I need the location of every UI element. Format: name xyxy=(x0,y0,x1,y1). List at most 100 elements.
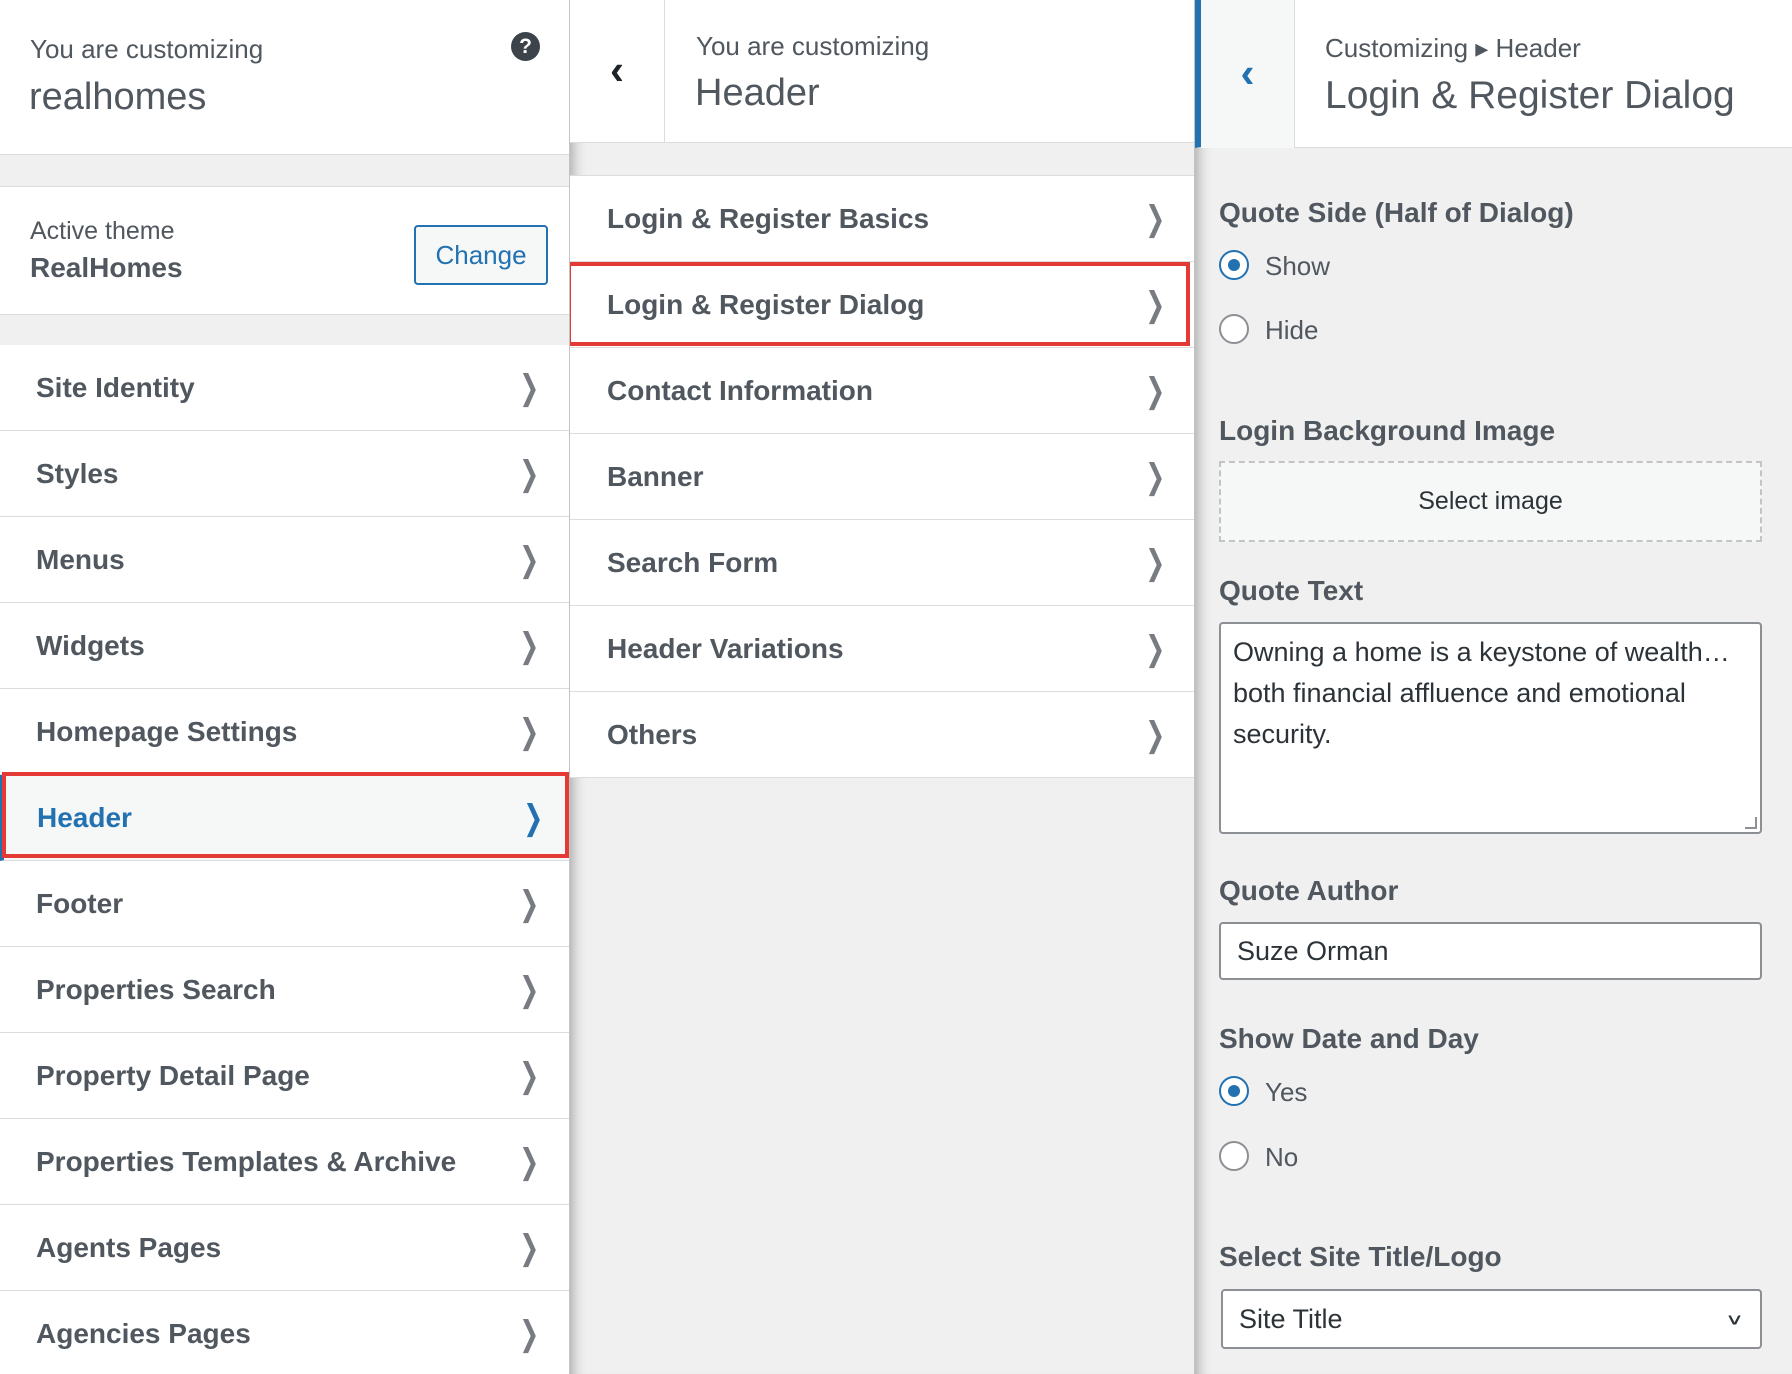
section-item-homepage-settings[interactable]: Homepage Settings ❯ xyxy=(0,689,569,775)
section-item-footer[interactable]: Footer ❯ xyxy=(0,861,569,947)
section-item-label: Widgets xyxy=(36,630,145,661)
chevron-down-icon: ∨ xyxy=(1724,1310,1744,1328)
chevron-right-icon: ❯ xyxy=(1145,372,1166,410)
quote-text-label: Quote Text xyxy=(1219,575,1364,606)
chevron-right-icon: ❯ xyxy=(519,541,540,579)
select-value: Site Title xyxy=(1239,1304,1343,1334)
chevron-right-icon: ❯ xyxy=(519,971,540,1009)
subsection-label: Contact Information xyxy=(607,375,873,406)
subsection-label: Header Variations xyxy=(607,633,844,664)
chevron-right-icon: ❯ xyxy=(1145,200,1166,238)
chevron-left-icon: ‹ xyxy=(1240,49,1255,96)
section-item-styles[interactable]: Styles ❯ xyxy=(0,431,569,517)
active-theme-label: Active theme xyxy=(30,217,175,245)
radio-label: Hide xyxy=(1265,315,1319,345)
login-register-dialog-panel: ‹ Customizing ▸ Header Login & Register … xyxy=(1194,0,1792,1374)
change-theme-button[interactable]: Change xyxy=(414,225,548,285)
chevron-right-icon: ❯ xyxy=(519,1315,540,1353)
radio-unselected[interactable] xyxy=(1219,314,1249,344)
section-item-site-identity[interactable]: Site Identity ❯ xyxy=(0,345,569,431)
header-section-panel: ‹ You are customizing Header Login & Reg… xyxy=(569,0,1194,1374)
chevron-right-icon: ❯ xyxy=(519,1229,540,1267)
subsection-label: Search Form xyxy=(607,547,779,578)
back-button[interactable]: ‹ xyxy=(570,0,665,143)
section-item-menus[interactable]: Menus ❯ xyxy=(0,517,569,603)
section-item-label: Agencies Pages xyxy=(36,1318,251,1349)
section-item-label: Properties Templates & Archive xyxy=(36,1146,457,1177)
panel-title: Login & Register Dialog xyxy=(1325,74,1735,117)
chevron-right-icon: ❯ xyxy=(519,1057,540,1095)
section-item-label: Menus xyxy=(36,544,125,575)
site-name: realhomes xyxy=(29,76,207,118)
header-subsections-list: Login & Register Basics ❯ Login & Registe… xyxy=(570,175,1194,778)
section-item-label: Header xyxy=(37,802,132,833)
chevron-right-icon: ❯ xyxy=(519,713,540,751)
subsection-label: Others xyxy=(607,719,698,750)
section-item-label: Homepage Settings xyxy=(36,716,298,747)
section-item-label: Agents Pages xyxy=(36,1232,222,1263)
back-button[interactable]: ‹ xyxy=(1201,0,1295,148)
section-item-label: Property Detail Page xyxy=(36,1060,310,1091)
resize-handle-icon[interactable] xyxy=(1745,817,1757,829)
header-section-header: ‹ You are customizing Header xyxy=(570,0,1194,143)
chevron-right-icon: ❯ xyxy=(519,885,540,923)
help-icon[interactable]: ? xyxy=(511,32,540,61)
section-item-agencies-pages[interactable]: Agencies Pages ❯ xyxy=(0,1291,569,1374)
quote-author-input[interactable]: Suze Orman xyxy=(1219,922,1762,980)
subsection-banner[interactable]: Banner ❯ xyxy=(570,434,1194,520)
select-image-button[interactable]: Select image xyxy=(1219,461,1762,542)
customizer-main-panel: You are customizing realhomes ? Active t… xyxy=(0,0,569,1374)
customizer-header: You are customizing realhomes ? xyxy=(0,0,569,155)
subsection-login-register-basics[interactable]: Login & Register Basics ❯ xyxy=(570,176,1194,262)
quote-author-label: Quote Author xyxy=(1219,875,1399,906)
chevron-right-icon: ❯ xyxy=(1145,630,1166,668)
subsection-header-variations[interactable]: Header Variations ❯ xyxy=(570,606,1194,692)
radio-selected[interactable] xyxy=(1219,1076,1249,1106)
radio-label: Show xyxy=(1265,251,1331,281)
dialog-panel-header: ‹ Customizing ▸ Header Login & Register … xyxy=(1195,0,1792,148)
section-item-property-detail-page[interactable]: Property Detail Page ❯ xyxy=(0,1033,569,1119)
customizer-sections-list: Site Identity ❯ Styles ❯ Menus ❯ Widgets ❯ H… xyxy=(0,345,569,1374)
subsection-search-form[interactable]: Search Form ❯ xyxy=(570,520,1194,606)
quote-text-textarea[interactable]: Owning a home is a keystone of wealth… b… xyxy=(1219,622,1762,834)
chevron-right-icon: ❯ xyxy=(519,369,540,407)
theme-name: RealHomes xyxy=(30,252,183,283)
chevron-right-icon: ❯ xyxy=(523,799,544,837)
section-item-header[interactable]: Header ❯ xyxy=(0,775,569,861)
subsection-others[interactable]: Others ❯ xyxy=(570,692,1194,778)
section-item-properties-search[interactable]: Properties Search ❯ xyxy=(0,947,569,1033)
active-theme-section: Active theme RealHomes Change xyxy=(0,186,569,315)
subsection-login-register-dialog[interactable]: Login & Register Dialog ❯ xyxy=(570,262,1194,348)
section-item-label: Footer xyxy=(36,888,124,919)
section-item-agents-pages[interactable]: Agents Pages ❯ xyxy=(0,1205,569,1291)
section-item-widgets[interactable]: Widgets ❯ xyxy=(0,603,569,689)
site-title-logo-select[interactable]: Site Title ∨ xyxy=(1221,1289,1762,1349)
breadcrumb: Customizing ▸ Header xyxy=(1325,33,1581,63)
chevron-right-icon: ❯ xyxy=(1145,458,1166,496)
subsection-label: Login & Register Basics xyxy=(607,203,930,234)
section-item-label: Properties Search xyxy=(36,974,276,1005)
chevron-right-icon: ❯ xyxy=(1145,716,1166,754)
chevron-right-icon: ❯ xyxy=(519,455,540,493)
chevron-right-icon: ❯ xyxy=(1145,286,1166,324)
chevron-right-icon: ❯ xyxy=(519,1143,540,1181)
quote-side-label: Quote Side (Half of Dialog) xyxy=(1219,197,1574,228)
radio-unselected[interactable] xyxy=(1219,1141,1249,1171)
site-title-logo-label: Select Site Title/Logo xyxy=(1219,1241,1502,1272)
chevron-right-icon: ❯ xyxy=(1145,544,1166,582)
section-item-label: Styles xyxy=(36,458,119,489)
radio-label: No xyxy=(1265,1142,1299,1172)
subsection-label: Login & Register Dialog xyxy=(607,289,925,320)
show-date-label: Show Date and Day xyxy=(1219,1023,1479,1054)
quote-text-value: Owning a home is a keystone of wealth… b… xyxy=(1233,637,1730,749)
radio-label: Yes xyxy=(1265,1077,1308,1107)
radio-selected[interactable] xyxy=(1219,250,1249,280)
section-item-properties-templates[interactable]: Properties Templates & Archive ❯ xyxy=(0,1119,569,1205)
section-item-label: Site Identity xyxy=(36,372,195,403)
section-title: Header xyxy=(695,72,820,114)
chevron-right-icon: ❯ xyxy=(519,627,540,665)
chevron-left-icon: ‹ xyxy=(610,46,624,93)
login-background-label: Login Background Image xyxy=(1219,415,1556,446)
subsection-contact-information[interactable]: Contact Information ❯ xyxy=(570,348,1194,434)
subsection-label: Banner xyxy=(607,461,704,492)
